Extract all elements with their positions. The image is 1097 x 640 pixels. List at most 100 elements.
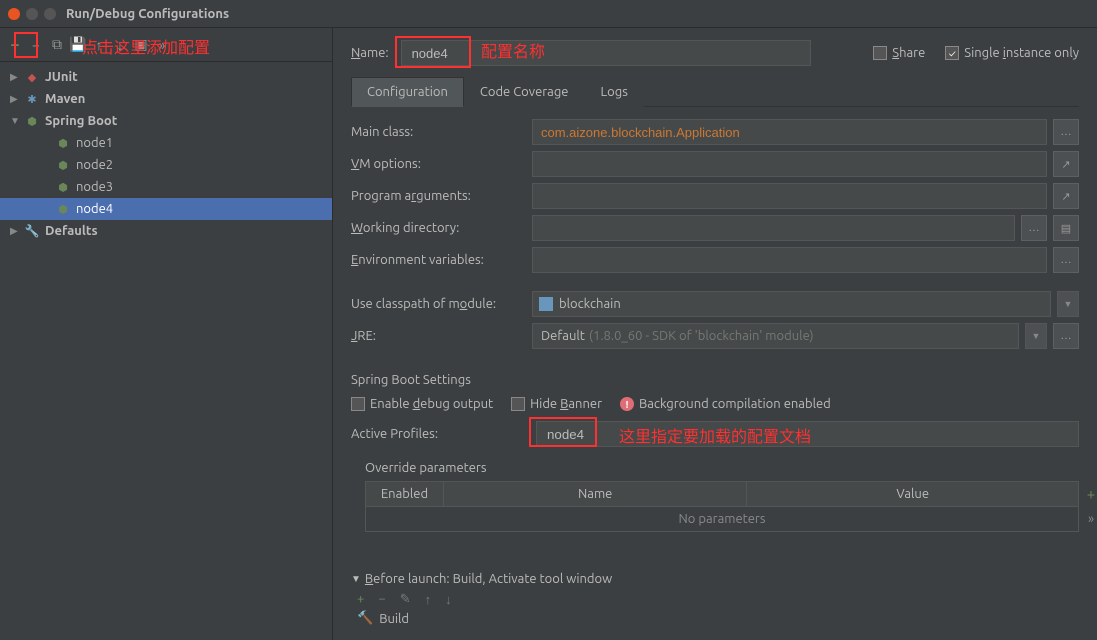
titlebar: Run/Debug Configurations: [0, 0, 1097, 28]
spring-icon: ⬢: [55, 201, 71, 217]
working-dir-row: Working directory: … ▤: [351, 215, 1079, 241]
expand-vm-button[interactable]: ↗: [1053, 151, 1079, 177]
chevron-down-icon: ▼: [10, 115, 20, 127]
active-profiles-input[interactable]: [536, 421, 1079, 447]
tree-item-node3[interactable]: ⬢ node3: [0, 176, 332, 198]
override-table: Enabled Name Value No parameters + »: [365, 481, 1079, 532]
expand-button[interactable]: »: [153, 36, 171, 54]
sidebar-toolbar: + − ⧉ 💾 ↑ ↓ ▣ » 点击这里添加配置: [0, 28, 332, 62]
single-instance-wrap[interactable]: ✓ Single instance only: [945, 46, 1079, 60]
move-up-button[interactable]: ↑: [90, 36, 108, 54]
enable-debug-checkbox[interactable]: [351, 397, 365, 411]
module-select[interactable]: blockchain: [532, 291, 1051, 317]
browse-dir-button[interactable]: …: [1021, 215, 1047, 241]
before-launch-section: ▼ Before launch: Build, Activate tool wi…: [351, 572, 1079, 626]
main-class-row: Main class: …: [351, 119, 1079, 145]
active-profiles-row: Active Profiles: 这里指定要加载的配置文档: [351, 421, 1079, 447]
maximize-icon[interactable]: [44, 8, 56, 20]
module-icon: [539, 297, 553, 311]
main-class-label: Main class:: [351, 125, 526, 139]
env-vars-label: Environment variables:: [351, 253, 526, 267]
spring-icon: ⬢: [55, 157, 71, 173]
tabs: Configuration Code Coverage Logs: [351, 76, 1079, 107]
build-label: Build: [379, 612, 409, 626]
name-input[interactable]: [401, 40, 811, 66]
folder-button[interactable]: ▣: [132, 36, 150, 54]
tree-item-spring-boot[interactable]: ▼ ⬢ Spring Boot: [0, 110, 332, 132]
table-empty: No parameters: [366, 507, 1078, 531]
chevron-right-icon: ▶: [10, 225, 20, 237]
edit-task-button[interactable]: ✎: [400, 592, 411, 607]
minimize-icon[interactable]: [26, 8, 38, 20]
th-enabled: Enabled: [366, 482, 444, 506]
move-task-up-button[interactable]: ↑: [425, 592, 432, 607]
warning-icon: !: [620, 397, 634, 411]
spring-settings-row: Enable debug output Hide Banner ! Backgr…: [351, 397, 1079, 411]
module-value: blockchain: [559, 297, 621, 311]
program-args-input[interactable]: [532, 183, 1047, 209]
add-param-button[interactable]: +: [1082, 484, 1097, 502]
override-section: Override parameters Enabled Name Value N…: [351, 461, 1079, 532]
share-checkbox-wrap[interactable]: Share: [873, 46, 925, 60]
working-dir-input[interactable]: [532, 215, 1015, 241]
move-task-down-button[interactable]: ↓: [445, 592, 452, 607]
tree-item-junit[interactable]: ▶ ◆ JUnit: [0, 66, 332, 88]
tree-item-defaults[interactable]: ▶ 🔧 Defaults: [0, 220, 332, 242]
copy-config-button[interactable]: ⧉: [48, 36, 66, 54]
before-launch-toolbar: + − ✎ ↑ ↓: [351, 592, 1079, 607]
more-param-button[interactable]: »: [1082, 510, 1097, 528]
main-class-input[interactable]: [532, 119, 1047, 145]
vm-options-input[interactable]: [532, 151, 1047, 177]
hide-banner-wrap[interactable]: Hide Banner: [511, 397, 602, 411]
add-task-button[interactable]: +: [357, 592, 364, 607]
name-label: Name:: [351, 46, 389, 60]
jre-select[interactable]: Default (1.8.0_60 - SDK of 'blockchain' …: [532, 323, 1019, 349]
table-header: Enabled Name Value: [366, 482, 1078, 507]
classpath-row: Use classpath of module: blockchain ▼: [351, 291, 1079, 317]
classpath-label: Use classpath of module:: [351, 297, 526, 311]
expand-args-button[interactable]: ↗: [1053, 183, 1079, 209]
program-args-row: Program arguments: ↗: [351, 183, 1079, 209]
enable-debug-wrap[interactable]: Enable debug output: [351, 397, 493, 411]
th-name: Name: [444, 482, 747, 506]
macro-dir-button[interactable]: ▤: [1053, 215, 1079, 241]
table-side-buttons: + »: [1082, 484, 1097, 528]
sidebar: + − ⧉ 💾 ↑ ↓ ▣ » 点击这里添加配置 ▶ ◆ JUnit ▶ ✱ M…: [0, 28, 333, 640]
tree-item-node4[interactable]: ⬢ node4: [0, 198, 332, 220]
browse-class-button[interactable]: …: [1053, 119, 1079, 145]
jre-dropdown-button[interactable]: ▼: [1025, 323, 1047, 349]
window-controls: [8, 8, 56, 20]
share-label: Share: [892, 46, 925, 60]
bg-compile-label: Background compilation enabled: [639, 397, 831, 411]
env-vars-input[interactable]: [532, 247, 1047, 273]
remove-task-button[interactable]: −: [378, 592, 385, 607]
tree-item-node2[interactable]: ⬢ node2: [0, 154, 332, 176]
before-launch-header[interactable]: ▼ Before launch: Build, Activate tool wi…: [351, 572, 1079, 586]
chevron-right-icon: ▶: [10, 71, 20, 83]
jre-label: JRE:: [351, 329, 526, 343]
share-checkbox[interactable]: [873, 46, 887, 60]
tree-item-maven[interactable]: ▶ ✱ Maven: [0, 88, 332, 110]
tab-logs[interactable]: Logs: [585, 77, 644, 107]
module-dropdown-button[interactable]: ▼: [1057, 291, 1079, 317]
junit-icon: ◆: [24, 69, 40, 85]
hide-banner-checkbox[interactable]: [511, 397, 525, 411]
close-icon[interactable]: [8, 8, 20, 20]
chevron-down-icon: ▼: [351, 573, 361, 585]
tab-configuration[interactable]: Configuration: [351, 77, 464, 107]
spring-settings-label: Spring Boot Settings: [351, 373, 1079, 387]
jre-default: Default: [541, 329, 585, 343]
browse-jre-button[interactable]: …: [1053, 323, 1079, 349]
before-launch-label: Before launch: Build, Activate tool wind…: [365, 572, 612, 586]
move-down-button[interactable]: ↓: [111, 36, 129, 54]
tree-item-node1[interactable]: ⬢ node1: [0, 132, 332, 154]
save-config-button[interactable]: 💾: [69, 36, 87, 54]
browse-env-button[interactable]: …: [1053, 247, 1079, 273]
remove-config-button[interactable]: −: [27, 36, 45, 54]
tab-code-coverage[interactable]: Code Coverage: [464, 77, 585, 107]
add-config-button[interactable]: +: [6, 36, 24, 54]
enable-debug-label: Enable debug output: [370, 397, 493, 411]
spring-icon: ⬢: [55, 179, 71, 195]
single-instance-checkbox[interactable]: ✓: [945, 46, 959, 60]
before-launch-item-build[interactable]: 🔨 Build: [351, 611, 1079, 626]
